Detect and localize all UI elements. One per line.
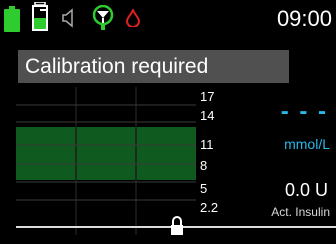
insulin-reservoir-icon (32, 2, 48, 31)
blood-drop-icon (126, 9, 140, 27)
banner-text: Calibration required (25, 55, 209, 78)
y-label: 14 (200, 108, 214, 123)
active-insulin-label: Act. Insulin (271, 205, 330, 219)
clock-time: 09:00 (276, 6, 332, 31)
speaker-muted-icon (62, 8, 73, 28)
active-insulin-value: 0.0 U (284, 180, 328, 200)
battery-icon (4, 6, 20, 32)
glucose-unit: mmol/L (284, 136, 330, 152)
y-label: 17 (200, 89, 214, 104)
sensor-signal-icon (92, 5, 114, 30)
lock-icon[interactable] (171, 216, 183, 235)
y-label: 11 (200, 137, 214, 152)
glucose-value: - - - (280, 98, 328, 125)
y-label: 8 (200, 158, 207, 173)
y-label: 5 (200, 181, 207, 196)
calibration-required-banner[interactable]: Calibration required (18, 50, 289, 83)
target-range-band (16, 127, 196, 180)
y-label: 2.2 (200, 200, 218, 215)
